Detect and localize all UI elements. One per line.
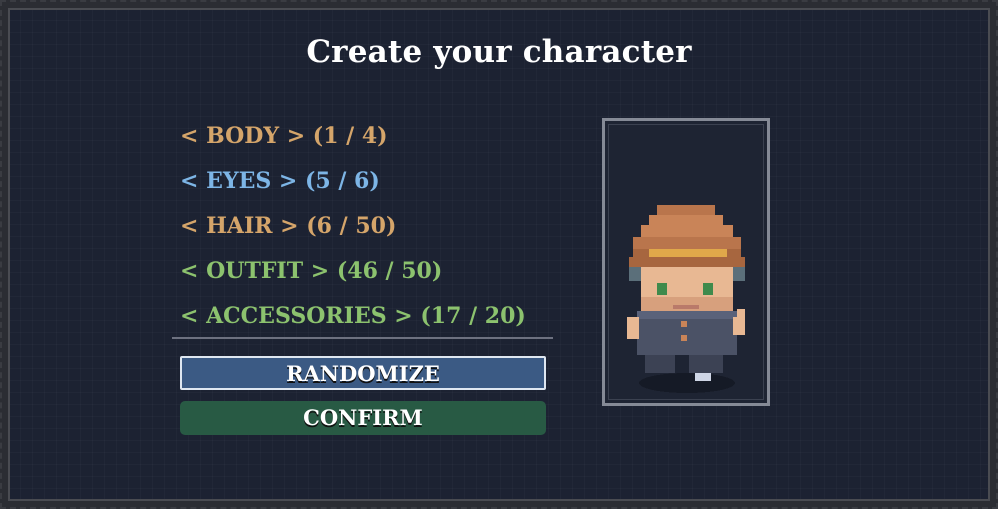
option-accessories-label: < ACCESSORIES > (17 / 20) bbox=[180, 303, 526, 329]
randomize-button[interactable]: RANDOMIZE bbox=[180, 356, 546, 390]
character-sprite bbox=[627, 205, 745, 393]
option-hair[interactable]: < HAIR > (6 / 50) bbox=[180, 206, 526, 251]
option-body-label: < BODY > (1 / 4) bbox=[180, 123, 388, 149]
page-title: Create your character bbox=[306, 34, 692, 70]
option-eyes[interactable]: < EYES > (5 / 6) bbox=[180, 161, 526, 206]
option-accessories[interactable]: < ACCESSORIES > (17 / 20) bbox=[180, 296, 526, 341]
character-options-list: < BODY > (1 / 4) < EYES > (5 / 6) < HAIR… bbox=[180, 116, 526, 341]
option-outfit-label: < OUTFIT > (46 / 50) bbox=[180, 258, 443, 284]
divider bbox=[172, 337, 553, 339]
option-body[interactable]: < BODY > (1 / 4) bbox=[180, 116, 526, 161]
character-preview-frame bbox=[602, 118, 770, 406]
option-outfit[interactable]: < OUTFIT > (46 / 50) bbox=[180, 251, 526, 296]
confirm-button[interactable]: CONFIRM bbox=[180, 401, 546, 435]
option-eyes-label: < EYES > (5 / 6) bbox=[180, 168, 380, 194]
option-hair-label: < HAIR > (6 / 50) bbox=[180, 213, 397, 239]
